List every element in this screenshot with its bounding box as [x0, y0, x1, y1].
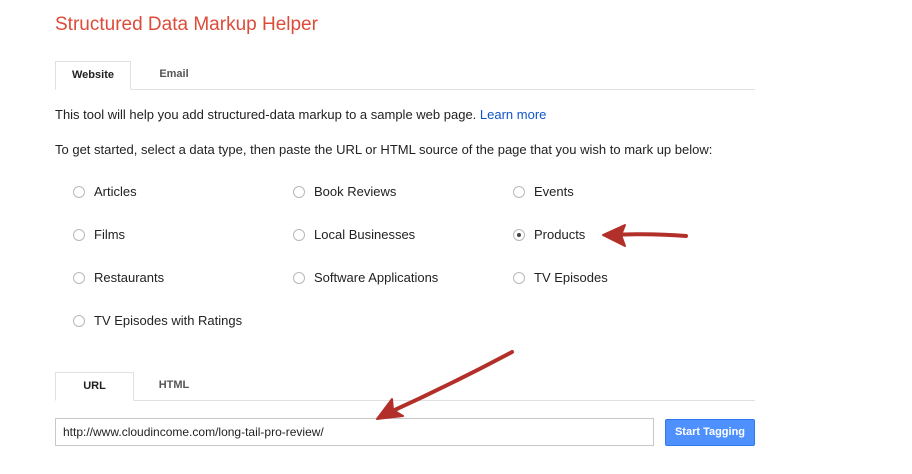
radio-button[interactable]: [73, 272, 85, 284]
radio-button[interactable]: [73, 186, 85, 198]
tab-email[interactable]: Email: [137, 61, 211, 89]
option-label: Articles: [94, 184, 137, 199]
radio-button[interactable]: [73, 315, 85, 327]
option-label: Software Applications: [314, 270, 439, 285]
radio-button[interactable]: [513, 186, 525, 198]
intro-text: This tool will help you add structured-d…: [55, 107, 546, 122]
option-label: Local Businesses: [314, 227, 416, 242]
radio-button[interactable]: [513, 272, 525, 284]
source-tab-bar: URL HTML: [55, 372, 755, 401]
option-label: Restaurants: [94, 270, 165, 285]
option-label: Book Reviews: [314, 184, 397, 199]
page-title: Structured Data Markup Helper: [55, 14, 318, 35]
instructions-text: To get started, select a data type, then…: [55, 142, 713, 157]
option-label: TV Episodes with Ratings: [94, 313, 243, 328]
intro-description: This tool will help you add structured-d…: [55, 107, 477, 122]
option-label: TV Episodes: [534, 270, 608, 285]
option-label: Products: [534, 227, 586, 242]
top-tab-bar: Website Email: [55, 61, 755, 90]
arrow-to-products-icon: [610, 232, 688, 238]
radio-button[interactable]: [73, 229, 85, 241]
tab-website[interactable]: Website: [55, 61, 131, 90]
tab-url[interactable]: URL: [55, 372, 134, 401]
radio-button[interactable]: [293, 229, 305, 241]
radio-button-selected[interactable]: [513, 229, 525, 241]
tab-html[interactable]: HTML: [137, 372, 211, 400]
radio-button[interactable]: [293, 186, 305, 198]
arrowhead-products-icon: [602, 224, 626, 247]
option-label: Events: [534, 184, 574, 199]
option-label: Films: [94, 227, 126, 242]
url-input[interactable]: [55, 418, 654, 446]
start-tagging-button[interactable]: Start Tagging: [665, 419, 755, 446]
arrowhead-url-icon: [376, 398, 404, 420]
radio-button[interactable]: [293, 272, 305, 284]
learn-more-link[interactable]: Learn more: [480, 107, 546, 122]
